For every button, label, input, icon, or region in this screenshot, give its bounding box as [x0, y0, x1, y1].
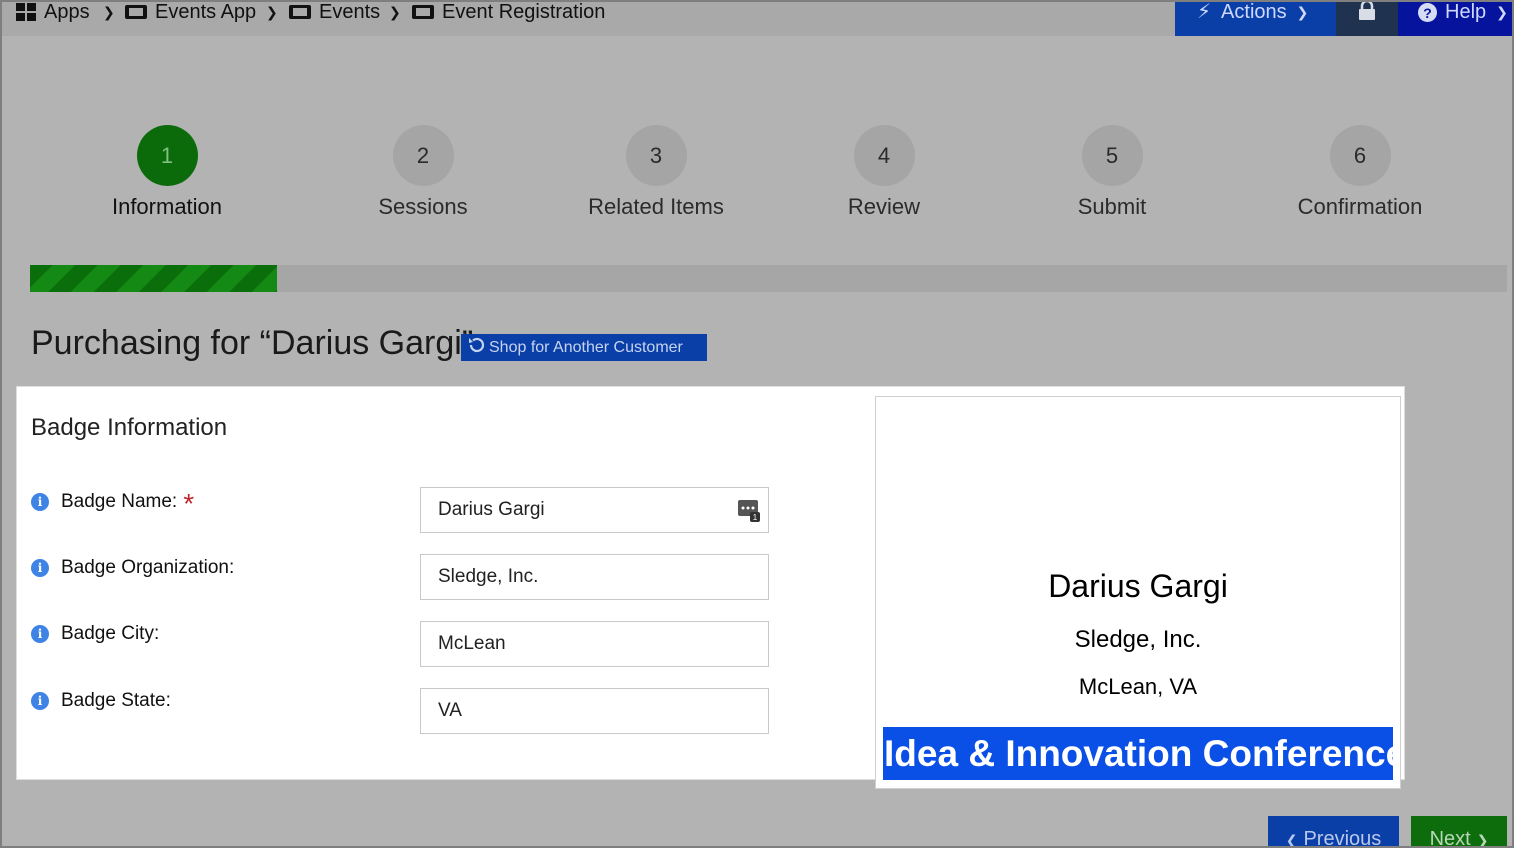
info-icon[interactable]: i — [31, 625, 49, 643]
ticket-icon — [412, 4, 434, 20]
field-label: Badge State: — [61, 690, 171, 711]
breadcrumb-event-registration[interactable]: Event Registration — [412, 0, 605, 24]
step-label: Review — [847, 194, 921, 219]
badge-preview-location: McLean, VA — [1078, 674, 1198, 699]
breadcrumb-label: Apps — [44, 0, 90, 23]
step-submit[interactable]: 5 Submit — [1022, 125, 1202, 220]
chevron-left-icon: ❮ — [1285, 832, 1298, 848]
chevron-right-icon: ❯ — [1476, 832, 1489, 848]
step-label: Related Items — [588, 194, 724, 219]
chevron-right-icon: ❯ — [389, 4, 401, 20]
step-label: Information — [111, 194, 223, 219]
step-number: 4 — [853, 125, 915, 186]
step-number: 5 — [1081, 125, 1143, 186]
breadcrumb-events[interactable]: Events — [289, 0, 380, 24]
badge-state-label: i Badge State: — [31, 688, 171, 714]
field-label: Badge City: — [61, 623, 160, 644]
ticket-icon — [125, 4, 147, 20]
chevron-down-icon: ❯ — [1496, 4, 1508, 20]
badge-state-input[interactable] — [438, 700, 718, 722]
lock-icon — [1358, 0, 1376, 26]
lock-button[interactable] — [1336, 0, 1398, 36]
ticket-icon — [289, 4, 311, 20]
step-label: Sessions — [378, 194, 468, 219]
shop-another-customer-button[interactable]: Shop for Another Customer — [461, 334, 707, 361]
field-label: Badge Organization: — [61, 557, 235, 578]
badge-info-title: Badge Information — [31, 414, 228, 441]
badge-city-input[interactable] — [438, 633, 718, 655]
svg-text:1: 1 — [753, 513, 758, 522]
previous-button[interactable]: ❮ Previous — [1268, 816, 1399, 848]
badge-preview-name: Darius Gargi — [1048, 568, 1228, 604]
badge-state-field[interactable] — [420, 688, 769, 734]
badge-name-label: i Badge Name: * — [31, 488, 195, 519]
step-information[interactable]: 1 Information — [77, 125, 257, 220]
purchasing-heading: Purchasing for “Darius Gargi” — [31, 324, 474, 362]
apps-grid-icon — [16, 3, 36, 21]
step-review[interactable]: 4 Review — [794, 125, 974, 220]
badge-preview-organization: Sledge, Inc. — [1074, 626, 1202, 653]
undo-icon — [467, 336, 485, 359]
step-label: Confirmation — [1297, 194, 1423, 219]
badge-city-field[interactable] — [420, 621, 769, 667]
breadcrumb-events-app[interactable]: Events App — [125, 0, 256, 24]
badge-name-field[interactable]: 1 — [420, 487, 769, 533]
contact-picker-icon[interactable]: 1 — [738, 500, 760, 528]
top-bar: Apps ❯ Events App ❯ Events ❯ Event Regis… — [2, 0, 1512, 36]
chevron-down-icon: ❯ — [1296, 4, 1309, 20]
badge-preview-banner: Idea & Innovation Conference — [883, 727, 1393, 780]
step-sessions[interactable]: 2 Sessions — [333, 125, 513, 220]
progress-fill — [30, 265, 277, 292]
next-button[interactable]: Next ❯ — [1411, 816, 1507, 848]
step-number: 6 — [1329, 125, 1391, 186]
info-icon[interactable]: i — [31, 692, 49, 710]
bolt-icon: ⚡︎ — [1197, 1, 1212, 23]
breadcrumb-apps[interactable]: Apps — [16, 0, 90, 24]
breadcrumb-label: Events — [319, 0, 381, 23]
badge-organization-input[interactable] — [438, 566, 718, 588]
actions-button[interactable]: ⚡︎ Actions ❯ — [1175, 0, 1336, 36]
step-label: Submit — [1077, 194, 1147, 219]
next-label: Next — [1429, 828, 1471, 848]
breadcrumb-label: Events App — [155, 0, 257, 23]
info-icon[interactable]: i — [31, 559, 49, 577]
previous-label: Previous — [1303, 828, 1382, 848]
progress-bar — [30, 265, 1507, 292]
badge-organization-label: i Badge Organization: — [31, 555, 234, 581]
field-label: Badge Name: — [61, 491, 178, 512]
step-related-items[interactable]: 3 Related Items — [566, 125, 746, 220]
shop-another-label: Shop for Another Customer — [489, 338, 683, 356]
badge-city-label: i Badge City: — [31, 621, 159, 647]
badge-name-input[interactable] — [438, 499, 718, 521]
chevron-right-icon: ❯ — [266, 4, 278, 20]
badge-organization-field[interactable] — [420, 554, 769, 600]
help-button[interactable]: ? Help ❯ — [1398, 0, 1512, 36]
chevron-right-icon: ❯ — [103, 4, 115, 20]
help-label: Help — [1445, 1, 1487, 23]
step-number: 3 — [625, 125, 687, 186]
step-number: 2 — [392, 125, 454, 186]
step-number: 1 — [136, 125, 198, 186]
breadcrumb-label: Event Registration — [442, 0, 606, 23]
step-confirmation[interactable]: 6 Confirmation — [1270, 125, 1450, 220]
required-asterisk: * — [183, 488, 195, 519]
actions-label: Actions — [1221, 1, 1287, 23]
info-icon[interactable]: i — [31, 493, 49, 511]
question-circle-icon: ? — [1418, 3, 1437, 22]
